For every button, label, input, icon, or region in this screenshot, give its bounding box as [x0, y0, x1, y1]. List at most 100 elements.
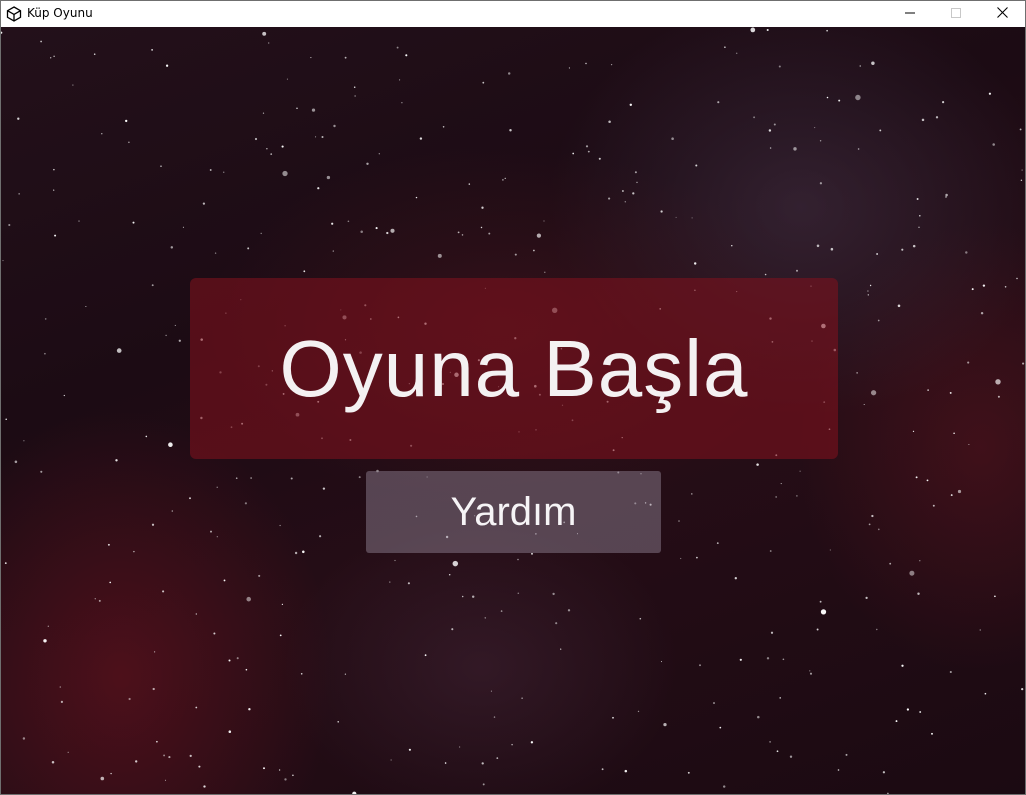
- star: [319, 535, 322, 538]
- star: [390, 228, 395, 233]
- star: [585, 62, 587, 65]
- star: [769, 147, 772, 149]
- star: [98, 599, 101, 602]
- star: [493, 716, 496, 718]
- star: [756, 463, 759, 466]
- star: [624, 769, 628, 773]
- star: [168, 442, 173, 448]
- star: [770, 631, 774, 634]
- star: [931, 732, 933, 735]
- star: [859, 65, 861, 67]
- star: [502, 179, 504, 181]
- star: [601, 768, 604, 771]
- star: [796, 495, 798, 497]
- star: [734, 577, 737, 580]
- star: [302, 550, 305, 554]
- star: [560, 648, 562, 650]
- star: [490, 690, 492, 692]
- star: [47, 625, 49, 627]
- star: [980, 311, 984, 315]
- star: [837, 769, 840, 771]
- star: [203, 785, 206, 788]
- star: [437, 253, 442, 258]
- star: [153, 651, 156, 653]
- star: [895, 720, 898, 723]
- star: [816, 244, 820, 248]
- star: [133, 550, 135, 553]
- star: [517, 558, 519, 561]
- star: [216, 486, 218, 488]
- star: [399, 79, 401, 81]
- start-game-label: Oyuna Başla: [279, 323, 749, 413]
- star: [282, 170, 288, 177]
- star: [182, 226, 184, 228]
- star: [639, 617, 642, 620]
- star: [396, 46, 399, 49]
- star: [731, 245, 733, 247]
- title-bar[interactable]: Küp Oyunu: [1, 1, 1025, 26]
- star: [360, 230, 363, 234]
- star: [198, 765, 201, 768]
- star: [544, 271, 546, 274]
- star: [678, 520, 680, 522]
- star: [979, 629, 981, 631]
- star: [695, 164, 698, 167]
- star: [567, 609, 571, 612]
- star: [378, 153, 380, 155]
- star: [953, 432, 955, 435]
- star: [507, 72, 511, 75]
- close-button[interactable]: [979, 1, 1025, 26]
- star: [965, 251, 968, 254]
- star: [461, 234, 464, 236]
- star: [750, 27, 756, 33]
- star: [8, 223, 11, 227]
- star: [945, 196, 947, 198]
- star: [315, 136, 317, 138]
- star: [100, 776, 105, 781]
- star: [481, 762, 484, 765]
- star: [442, 126, 445, 128]
- star: [693, 262, 697, 265]
- star: [250, 477, 252, 479]
- star: [819, 140, 822, 142]
- star: [223, 171, 225, 173]
- start-game-button[interactable]: Oyuna Başla: [190, 278, 838, 459]
- minimize-button[interactable]: [887, 1, 933, 26]
- star: [401, 102, 403, 104]
- star: [18, 193, 20, 195]
- star: [235, 477, 238, 480]
- star: [680, 557, 682, 560]
- star: [263, 767, 265, 770]
- help-button[interactable]: Yardım: [366, 471, 661, 553]
- star: [459, 746, 461, 748]
- star: [457, 231, 460, 234]
- star: [258, 574, 261, 577]
- star: [598, 157, 601, 160]
- star: [912, 244, 916, 248]
- star: [608, 197, 611, 200]
- maximize-icon: [951, 7, 961, 21]
- star: [739, 658, 742, 661]
- star: [386, 231, 389, 235]
- star: [292, 774, 294, 777]
- star: [448, 574, 451, 576]
- star: [555, 622, 558, 625]
- star: [354, 95, 356, 97]
- star: [500, 610, 503, 612]
- star: [278, 769, 281, 771]
- help-label: Yardım: [450, 489, 577, 534]
- star: [210, 530, 212, 533]
- star: [857, 148, 860, 150]
- maximize-button[interactable]: [933, 1, 979, 26]
- star: [757, 715, 760, 719]
- window-title: Küp Oyunu: [27, 6, 93, 20]
- star: [389, 581, 391, 583]
- star: [160, 165, 162, 167]
- star: [912, 430, 915, 433]
- star: [151, 523, 155, 526]
- star: [675, 216, 677, 218]
- star: [461, 595, 464, 598]
- star: [78, 220, 80, 222]
- star: [819, 600, 822, 603]
- star: [634, 171, 637, 174]
